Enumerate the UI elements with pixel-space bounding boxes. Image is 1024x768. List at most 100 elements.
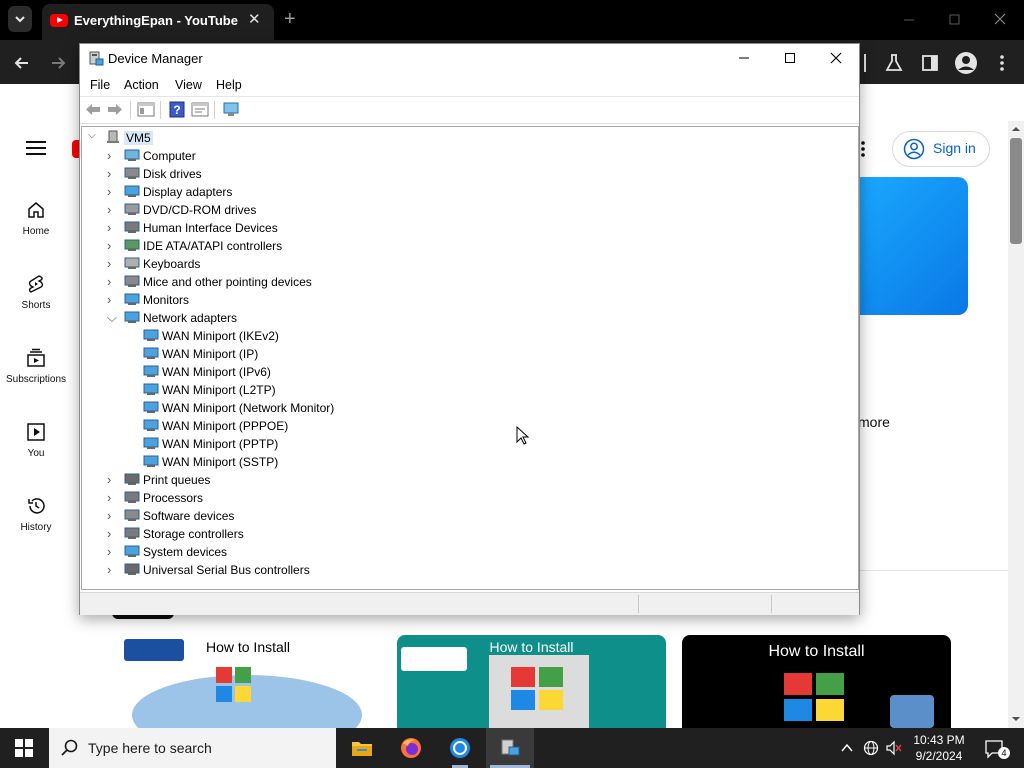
rail-item-home[interactable]: Home bbox=[0, 200, 72, 237]
chevron-down-icon bbox=[15, 16, 25, 23]
minimize-button[interactable] bbox=[721, 44, 767, 74]
pcem-logo-icon bbox=[124, 639, 184, 661]
taskbar-search-box[interactable]: Type here to search bbox=[49, 728, 336, 768]
side-panel-icon[interactable] bbox=[920, 53, 940, 73]
more-link[interactable]: more bbox=[858, 414, 890, 430]
windows-start-icon[interactable] bbox=[15, 739, 33, 757]
rail-item-shorts[interactable]: Shorts bbox=[0, 274, 72, 311]
network-adapter-icon bbox=[143, 347, 159, 359]
device-manager-window[interactable]: Device Manager File Action View Help ? ⌵… bbox=[79, 43, 860, 615]
scroll-down-icon[interactable] bbox=[1010, 714, 1022, 724]
taskbar-firefox[interactable] bbox=[387, 728, 435, 768]
chevron-right-icon[interactable]: › bbox=[107, 184, 119, 199]
taskbar-clock[interactable]: 10:43 PM 9/2/2024 bbox=[900, 732, 978, 764]
chevron-right-icon[interactable]: › bbox=[107, 472, 119, 487]
chevron-down-icon[interactable]: ⌵ bbox=[88, 130, 100, 144]
menu-view[interactable]: View bbox=[175, 78, 202, 92]
windows-flag-icon bbox=[216, 667, 251, 702]
chevron-right-icon[interactable]: › bbox=[107, 256, 119, 271]
taskbar-device-manager[interactable] bbox=[486, 728, 534, 768]
chevron-right-icon[interactable]: › bbox=[107, 148, 119, 163]
tab-search-button[interactable] bbox=[8, 6, 32, 32]
forward-arrow-icon[interactable] bbox=[106, 101, 124, 118]
chevron-right-icon[interactable]: › bbox=[107, 166, 119, 181]
back-arrow-icon[interactable] bbox=[84, 101, 102, 118]
network-adapter-icon bbox=[143, 365, 159, 377]
tree-node-label: Human Interface Devices bbox=[143, 221, 278, 235]
rail-label: You bbox=[27, 448, 45, 459]
sign-in-button[interactable]: Sign in bbox=[892, 131, 990, 167]
browser-tab-title: EverythingEpan - YouTube bbox=[74, 13, 238, 28]
chevron-right-icon[interactable]: › bbox=[107, 202, 119, 217]
network-adapter-icon bbox=[143, 455, 159, 467]
menu-file[interactable]: File bbox=[90, 78, 110, 92]
scroll-up-icon[interactable] bbox=[1010, 124, 1022, 134]
promo-banner[interactable] bbox=[856, 177, 968, 315]
video-thumbnail-windowsnt[interactable]: How to Install bbox=[397, 635, 666, 728]
tree-node-label: WAN Miniport (IKEv2) bbox=[162, 329, 279, 343]
chevron-right-icon[interactable]: › bbox=[107, 490, 119, 505]
chevron-right-icon[interactable]: › bbox=[107, 562, 119, 577]
tree-node-label: Keyboards bbox=[143, 257, 201, 271]
disk-drive-icon bbox=[124, 167, 140, 179]
tree-node-label: WAN Miniport (PPPOE) bbox=[162, 419, 289, 433]
hamburger-menu-icon[interactable] bbox=[26, 140, 46, 156]
rail-item-subscriptions[interactable]: Subscriptions bbox=[0, 348, 72, 385]
chevron-right-icon[interactable]: › bbox=[107, 292, 119, 307]
close-button[interactable] bbox=[813, 44, 859, 74]
chevron-right-icon[interactable]: › bbox=[107, 220, 119, 235]
new-tab-button[interactable]: + bbox=[284, 8, 296, 31]
taskbar-chrome[interactable] bbox=[436, 728, 484, 768]
chevron-right-icon[interactable]: › bbox=[107, 274, 119, 289]
forward-icon[interactable] bbox=[48, 54, 68, 72]
tree-node-label: Monitors bbox=[143, 293, 190, 307]
properties-icon[interactable] bbox=[191, 101, 209, 118]
chevron-up-icon[interactable] bbox=[840, 741, 854, 755]
network-adapter-icon bbox=[143, 329, 159, 341]
chevron-right-icon[interactable]: › bbox=[107, 544, 119, 559]
status-separator bbox=[771, 595, 772, 613]
notification-center-button[interactable]: 4 bbox=[984, 738, 1010, 760]
rail-item-you[interactable]: You bbox=[0, 422, 72, 459]
labs-flask-icon[interactable] bbox=[884, 53, 904, 73]
menu-bar: File Action View Help bbox=[80, 74, 859, 96]
tree-node-label: Software devices bbox=[143, 509, 235, 523]
video-thumbnail-memphis[interactable]: How to Install bbox=[118, 635, 384, 728]
device-tree[interactable]: ⌵ VM5 › Computer › Disk drives › Display adap… bbox=[81, 126, 859, 590]
tree-node-label: System devices bbox=[143, 545, 228, 559]
close-tab-icon[interactable]: ✕ bbox=[248, 10, 261, 28]
mouse-cursor-icon bbox=[516, 426, 530, 445]
rail-item-history[interactable]: History bbox=[0, 496, 72, 533]
virtualbox-logo-icon bbox=[890, 695, 934, 728]
svg-text:?: ? bbox=[173, 103, 180, 117]
title-bar[interactable]: Device Manager bbox=[80, 44, 859, 74]
history-icon bbox=[28, 498, 45, 514]
network-globe-icon[interactable] bbox=[863, 740, 879, 756]
toolbar-separator bbox=[130, 101, 131, 119]
tree-node-label: Print queues bbox=[143, 473, 211, 487]
firefox-icon bbox=[401, 738, 421, 758]
tree-node-label: WAN Miniport (Network Monitor) bbox=[162, 401, 335, 415]
chevron-right-icon[interactable]: › bbox=[107, 526, 119, 541]
chevron-right-icon[interactable]: › bbox=[107, 508, 119, 523]
help-icon[interactable]: ? bbox=[168, 101, 186, 118]
menu-help[interactable]: Help bbox=[216, 78, 242, 92]
maximize-button[interactable] bbox=[767, 44, 813, 74]
chevron-right-icon[interactable]: › bbox=[107, 238, 119, 253]
scan-hardware-icon[interactable] bbox=[222, 101, 240, 118]
taskbar-file-explorer[interactable] bbox=[338, 728, 386, 768]
profile-avatar-icon[interactable] bbox=[954, 51, 978, 75]
status-separator bbox=[638, 595, 639, 613]
computer-icon bbox=[107, 130, 119, 143]
browser-tab-youtube[interactable]: EverythingEpan - YouTube ✕ bbox=[42, 4, 274, 40]
more-options-icon[interactable] bbox=[996, 54, 1008, 74]
toolbar-separator bbox=[160, 101, 161, 119]
menu-action[interactable]: Action bbox=[124, 78, 159, 92]
video-thumbnail-virtualbox[interactable]: How to Install bbox=[682, 635, 951, 728]
show-hide-console-tree-icon[interactable] bbox=[137, 101, 155, 118]
home-icon bbox=[28, 202, 44, 218]
youtube-favicon-icon bbox=[50, 14, 68, 27]
chevron-down-icon[interactable]: ⌵ bbox=[107, 310, 119, 325]
back-icon[interactable] bbox=[12, 54, 32, 72]
scrollbar-thumb[interactable] bbox=[1010, 138, 1022, 244]
